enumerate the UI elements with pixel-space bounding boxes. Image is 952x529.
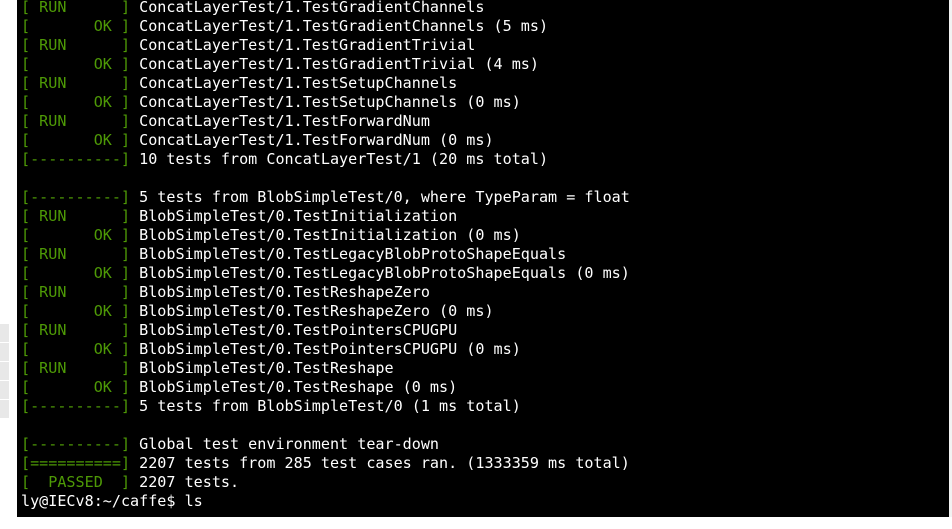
- terminal-line: [ RUN ] BlobSimpleTest/0.TestLegacyBlobP…: [21, 245, 566, 264]
- line-tag: [----------]: [21, 188, 131, 206]
- line-tag: [----------]: [21, 435, 131, 453]
- line-tag: [==========]: [21, 454, 131, 472]
- line-text: ConcatLayerTest/1.TestGradientChannels: [130, 0, 485, 16]
- line-tag: [ OK ]: [21, 55, 131, 73]
- line-text: BlobSimpleTest/0.TestInitialization (0 m…: [130, 226, 521, 244]
- line-tag: [ RUN ]: [21, 36, 131, 54]
- edge-mark: [0, 400, 9, 418]
- terminal-line: [ OK ] ConcatLayerTest/1.TestGradientCha…: [21, 17, 548, 36]
- left-window-edge: [0, 0, 17, 529]
- terminal-line: [ OK ] BlobSimpleTest/0.TestReshape (0 m…: [21, 378, 457, 397]
- line-tag: [ RUN ]: [21, 207, 131, 225]
- terminal-line: [ RUN ] BlobSimpleTest/0.TestReshape: [21, 359, 394, 378]
- terminal-line: [ OK ] ConcatLayerTest/1.TestGradientTri…: [21, 55, 539, 74]
- terminal-line: [==========] 2207 tests from 285 test ca…: [21, 454, 630, 473]
- line-tag: [ OK ]: [21, 378, 131, 396]
- bottom-window-edge: [17, 517, 952, 529]
- line-tag: [ OK ]: [21, 264, 131, 282]
- line-text: ConcatLayerTest/1.TestGradientChannels (…: [130, 17, 549, 35]
- line-tag: [----------]: [21, 397, 131, 415]
- line-text: BlobSimpleTest/0.TestPointersCPUGPU (0 m…: [130, 340, 521, 358]
- terminal-line: [----------] 10 tests from ConcatLayerTe…: [21, 150, 548, 169]
- line-tag: [ OK ]: [21, 17, 131, 35]
- terminal-line: [ RUN ] BlobSimpleTest/0.TestInitializat…: [21, 207, 457, 226]
- terminal-output[interactable]: [ RUN ] ConcatLayerTest/1.TestGradientCh…: [17, 0, 949, 517]
- line-tag: [ RUN ]: [21, 245, 131, 263]
- edge-mark: [0, 343, 9, 361]
- terminal-line: [ RUN ] ConcatLayerTest/1.TestGradientCh…: [21, 0, 484, 17]
- edge-mark: [0, 324, 9, 342]
- terminal-line: [ OK ] BlobSimpleTest/0.TestReshapeZero …: [21, 302, 494, 321]
- line-tag: [ RUN ]: [21, 321, 131, 339]
- line-tag: [ RUN ]: [21, 283, 131, 301]
- terminal-line: [ RUN ] ConcatLayerTest/1.TestForwardNum: [21, 112, 430, 131]
- line-text: BlobSimpleTest/0.TestInitialization: [130, 207, 458, 225]
- terminal-line: [ OK ] BlobSimpleTest/0.TestLegacyBlobPr…: [21, 264, 630, 283]
- command-prompt-line[interactable]: ly@IECv8:~/caffe$ ls: [21, 492, 203, 511]
- line-text: BlobSimpleTest/0.TestReshape (0 ms): [130, 378, 458, 396]
- line-text: ConcatLayerTest/1.TestGradientTrivial (4…: [130, 55, 539, 73]
- line-tag: [ OK ]: [21, 340, 131, 358]
- terminal-line: [----------] Global test environment tea…: [21, 435, 439, 454]
- terminal-line: [ OK ] ConcatLayerTest/1.TestForwardNum …: [21, 131, 494, 150]
- line-text: BlobSimpleTest/0.TestReshapeZero (0 ms): [130, 302, 494, 320]
- line-text: Global test environment tear-down: [130, 435, 440, 453]
- line-text: ConcatLayerTest/1.TestForwardNum: [130, 112, 430, 130]
- terminal-line: [----------] 5 tests from BlobSimpleTest…: [21, 397, 521, 416]
- line-tag: [ RUN ]: [21, 359, 131, 377]
- line-tag: [ OK ]: [21, 131, 131, 149]
- terminal-line: [ PASSED ] 2207 tests.: [21, 473, 239, 492]
- line-text: ConcatLayerTest/1.TestSetupChannels (0 m…: [130, 93, 521, 111]
- prompt-text: ly@IECv8:~/caffe$ ls: [21, 492, 203, 510]
- terminal-line: [ OK ] BlobSimpleTest/0.TestPointersCPUG…: [21, 340, 521, 359]
- line-tag: [----------]: [21, 150, 131, 168]
- line-tag: [ PASSED ]: [21, 473, 131, 491]
- line-tag: [ RUN ]: [21, 74, 131, 92]
- edge-mark: [0, 362, 9, 380]
- line-text: ConcatLayerTest/1.TestForwardNum (0 ms): [130, 131, 494, 149]
- line-text: BlobSimpleTest/0.TestReshapeZero: [130, 283, 430, 301]
- terminal-line: [ RUN ] ConcatLayerTest/1.TestGradientTr…: [21, 36, 475, 55]
- line-text: 10 tests from ConcatLayerTest/1 (20 ms t…: [130, 150, 549, 168]
- line-text: 2207 tests.: [130, 473, 240, 491]
- line-text: BlobSimpleTest/0.TestLegacyBlobProtoShap…: [130, 245, 567, 263]
- terminal-line: [ OK ] BlobSimpleTest/0.TestInitializati…: [21, 226, 521, 245]
- line-text: BlobSimpleTest/0.TestPointersCPUGPU: [130, 321, 458, 339]
- terminal-line: [----------] 5 tests from BlobSimpleTest…: [21, 188, 630, 207]
- terminal-line: [ RUN ] ConcatLayerTest/1.TestSetupChann…: [21, 74, 457, 93]
- line-text: 5 tests from BlobSimpleTest/0, where Typ…: [130, 188, 630, 206]
- edge-mark: [0, 381, 9, 399]
- screen: [ RUN ] ConcatLayerTest/1.TestGradientCh…: [0, 0, 952, 529]
- line-tag: [ OK ]: [21, 302, 131, 320]
- line-text: BlobSimpleTest/0.TestLegacyBlobProtoShap…: [130, 264, 630, 282]
- line-text: 2207 tests from 285 test cases ran. (133…: [130, 454, 630, 472]
- line-text: ConcatLayerTest/1.TestGradientTrivial: [130, 36, 476, 54]
- line-text: 5 tests from BlobSimpleTest/0 (1 ms tota…: [130, 397, 521, 415]
- line-tag: [ RUN ]: [21, 112, 131, 130]
- line-tag: [ OK ]: [21, 226, 131, 244]
- terminal-line: [ OK ] ConcatLayerTest/1.TestSetupChanne…: [21, 93, 521, 112]
- line-tag: [ OK ]: [21, 93, 131, 111]
- terminal-line: [ RUN ] BlobSimpleTest/0.TestPointersCPU…: [21, 321, 457, 340]
- line-text: ConcatLayerTest/1.TestSetupChannels: [130, 74, 458, 92]
- line-tag: [ RUN ]: [21, 0, 131, 16]
- terminal-line: [ RUN ] BlobSimpleTest/0.TestReshapeZero: [21, 283, 430, 302]
- line-text: BlobSimpleTest/0.TestReshape: [130, 359, 394, 377]
